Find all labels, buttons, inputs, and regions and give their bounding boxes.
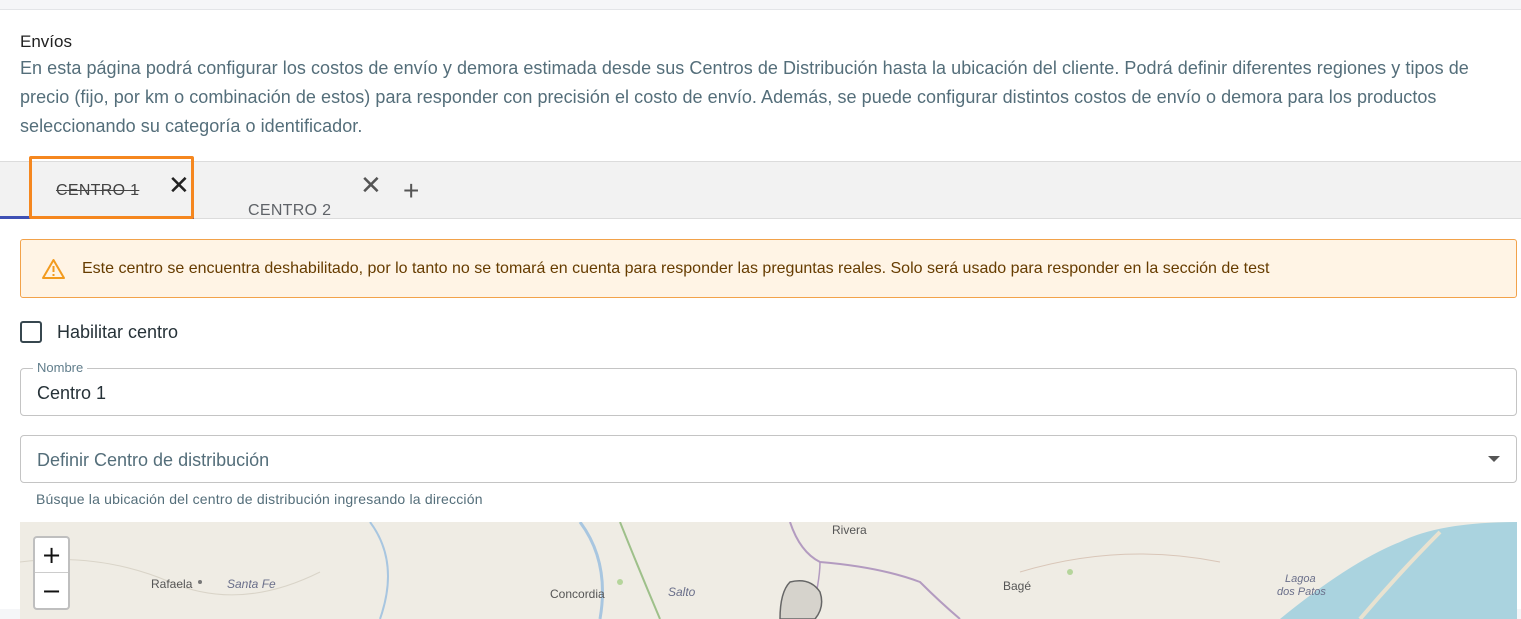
distribution-center-select[interactable]: Definir Centro de distribución — [20, 435, 1517, 483]
page-title: Envíos — [20, 32, 72, 51]
map-label-dos-patos: dos Patos — [1277, 586, 1326, 598]
warning-icon — [42, 258, 65, 279]
name-input[interactable] — [37, 383, 1487, 404]
enable-center-checkbox[interactable] — [20, 321, 42, 343]
zoom-out-button[interactable]: − — [35, 573, 68, 608]
map-view[interactable]: + − Rivera Rafaela Santa Fe Salto Concor… — [20, 522, 1517, 619]
map-background — [20, 522, 1517, 619]
distribution-center-placeholder: Definir Centro de distribución — [37, 450, 270, 470]
map-label-santa-fe: Santa Fe — [227, 577, 276, 591]
tab-centro-1[interactable]: CENTRO 1 — [0, 162, 194, 219]
page-header: Envíos En esta página podrá configurar l… — [20, 32, 1515, 141]
disabled-center-alert: Este centro se encuentra deshabilitado, … — [20, 239, 1517, 298]
enable-center-label[interactable]: Habilitar centro — [57, 322, 178, 343]
alert-message: Este centro se encuentra deshabilitado, … — [82, 259, 1270, 277]
map-zoom-control: + − — [33, 536, 70, 610]
map-label-lagoa: Lagoa — [1285, 573, 1316, 585]
zoom-in-button[interactable]: + — [35, 538, 68, 573]
shipping-card: Envíos En esta página podrá configurar l… — [0, 9, 1521, 619]
close-tab-centro-1-icon[interactable]: ✕ — [168, 172, 190, 198]
center-tabs: CENTRO 1 ✕ CENTRO 2 ✕ + — [0, 156, 1521, 219]
close-tab-centro-2-icon[interactable]: ✕ — [360, 172, 382, 198]
name-field-label: Nombre — [33, 360, 88, 375]
map-label-rivera: Rivera — [832, 523, 867, 537]
dropdown-arrow-icon[interactable] — [1488, 456, 1500, 462]
map-label-concordia: Concordia — [550, 587, 605, 601]
page-description: En esta página podrá configurar los cost… — [20, 58, 1469, 136]
tab-centro-2[interactable]: CENTRO 2 — [248, 182, 331, 239]
map-label-salto: Salto — [668, 585, 696, 599]
map-label-rafaela: Rafaela — [151, 577, 193, 591]
enable-center-row[interactable]: Habilitar centro — [20, 321, 178, 343]
name-field[interactable]: Nombre — [20, 360, 1517, 416]
distribution-helper-text: Búsque la ubicación del centro de distri… — [36, 491, 483, 507]
map-label-bage: Bagé — [1003, 579, 1032, 593]
tab-label: CENTRO 1 — [56, 182, 140, 199]
add-tab-icon[interactable]: + — [403, 177, 419, 205]
